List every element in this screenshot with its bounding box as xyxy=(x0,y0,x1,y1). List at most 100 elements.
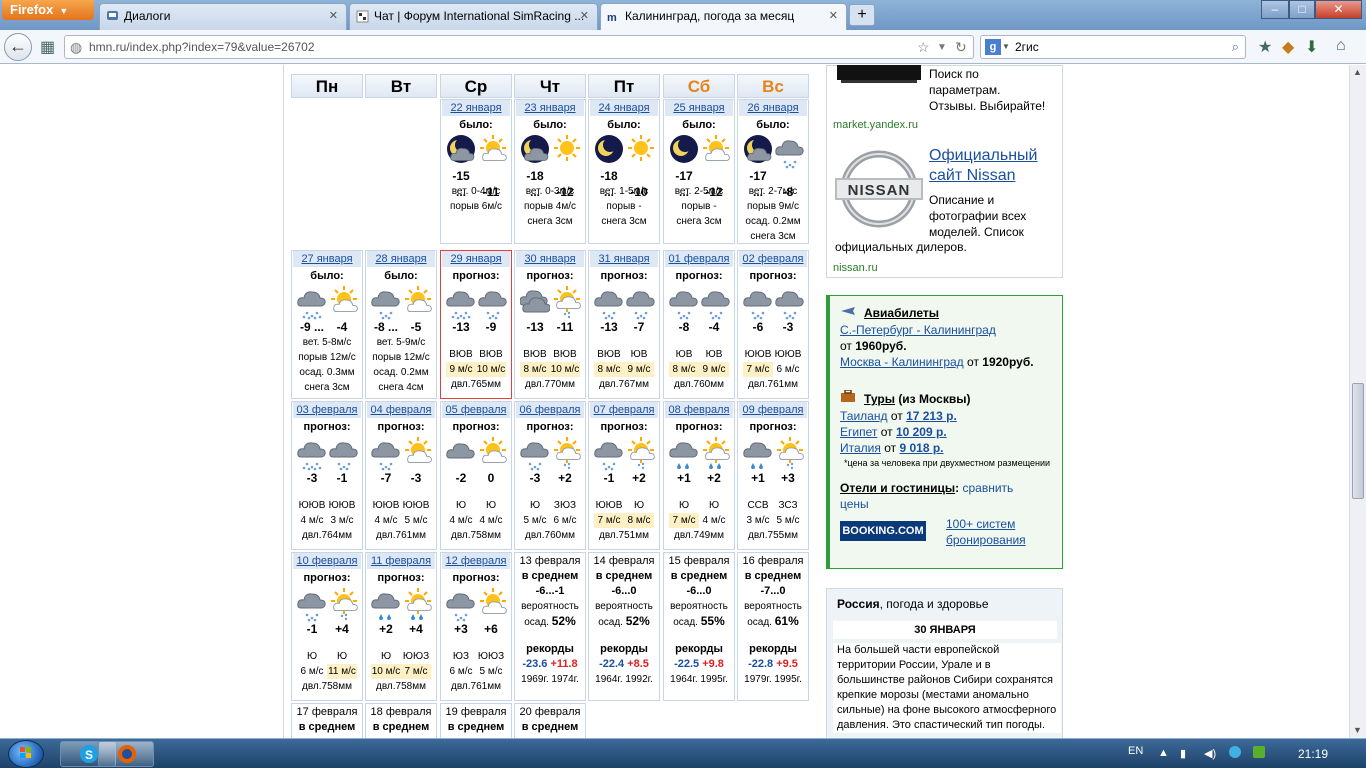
history-icon[interactable]: ▦ xyxy=(40,37,55,57)
hotels-link[interactable]: цены xyxy=(840,497,869,511)
day-date-link[interactable]: 26 января xyxy=(739,100,807,116)
wind-speed: 6 м/с xyxy=(776,364,800,375)
tour-link[interactable]: Италия xyxy=(840,441,881,455)
tour-price-link[interactable]: 10 209 р. xyxy=(896,425,947,439)
wind-speed-row: 3 м/с 5 м/с xyxy=(738,513,808,528)
hotels-link[interactable]: сравнить xyxy=(962,481,1013,495)
day-date-link[interactable]: 07 февраля xyxy=(590,402,658,418)
avia-title[interactable]: Авиабилеты xyxy=(864,306,939,320)
app-tray-icon[interactable] xyxy=(1228,745,1242,762)
maximize-button[interactable]: □ xyxy=(1289,0,1315,19)
temperature-night: -5 xyxy=(410,320,422,334)
day-date-link[interactable]: 02 февраля xyxy=(739,251,807,267)
day-date-link[interactable]: 12 февраля xyxy=(442,553,510,569)
search-bar[interactable]: g ▼ 2гис ⌕ xyxy=(980,35,1246,59)
day-date-link[interactable]: 06 февраля xyxy=(516,402,584,418)
star-icon[interactable]: ☆ xyxy=(917,39,930,56)
search-icon[interactable]: ⌕ xyxy=(1232,39,1239,55)
wind-speed-row: 4 м/с 3 м/с xyxy=(292,513,362,528)
close-icon[interactable]: ✕ xyxy=(580,9,589,22)
temperature-day: -3 xyxy=(529,471,541,485)
nissan-logo[interactable]: NISSAN xyxy=(835,150,923,231)
wind-speed: 6 м/с xyxy=(553,515,577,526)
day-cell: 11 февраля прогноз: +2 +4 Ю ЮЮЗ 10 м/с 7 м/с двл… xyxy=(365,552,437,701)
new-tab-button[interactable]: + xyxy=(849,4,875,26)
day-date-link[interactable]: 31 января xyxy=(590,251,658,267)
bookmarks-icon[interactable]: ★ xyxy=(1258,37,1272,57)
clock[interactable]: 21:19 xyxy=(1298,747,1328,761)
day-date-link[interactable]: 30 января xyxy=(516,251,584,267)
day-date-link[interactable]: 08 февраля xyxy=(665,402,733,418)
hotels-title[interactable]: Отели и гостиницы xyxy=(840,481,955,495)
nissan-link[interactable]: сайт Nissan xyxy=(929,167,1016,184)
day-status-label: прогноз: xyxy=(377,572,425,584)
tab-forum[interactable]: Чат | Форум International SimRacing ... … xyxy=(349,3,598,30)
booking-link[interactable]: бронирования xyxy=(946,533,1026,547)
scroll-down-icon[interactable]: ▼ xyxy=(1353,725,1362,735)
day-date-link[interactable]: 28 января xyxy=(367,251,435,267)
tour-price-link[interactable]: 9 018 р. xyxy=(899,441,943,455)
day-date-link[interactable]: 22 января xyxy=(442,100,510,116)
tour-link[interactable]: Таиланд xyxy=(840,409,887,423)
close-icon[interactable]: ✕ xyxy=(829,9,838,22)
day-date-link[interactable]: 04 февраля xyxy=(367,402,435,418)
tour-link[interactable]: Египет xyxy=(840,425,877,439)
download-icon[interactable]: ⬇ xyxy=(1305,37,1318,57)
reload-icon[interactable]: ↻ xyxy=(955,39,967,56)
language-indicator[interactable]: EN xyxy=(1128,745,1143,757)
booking-link[interactable]: 100+ систем xyxy=(946,517,1015,531)
taskbar-firefox-button[interactable] xyxy=(98,741,154,767)
close-window-button[interactable]: ✕ xyxy=(1315,0,1362,19)
minimize-button[interactable]: – xyxy=(1261,0,1289,19)
home-icon[interactable]: ⌂ xyxy=(1336,37,1346,55)
ad-source[interactable]: nissan.ru xyxy=(833,262,878,274)
addon-icon[interactable]: ◆ xyxy=(1282,37,1294,57)
day-date-link[interactable]: 25 января xyxy=(665,100,733,116)
temperature-row: -8 ... -5 xyxy=(366,319,436,335)
day-date-link[interactable]: 09 февраля xyxy=(739,402,807,418)
day-date-link[interactable]: 23 января xyxy=(516,100,584,116)
day-date-link[interactable]: 27 января xyxy=(293,251,361,267)
wind-direction-row: ЮЮВ ЮЮВ xyxy=(366,498,436,513)
day-date-link[interactable]: 29 января xyxy=(442,251,510,267)
google-icon[interactable]: g xyxy=(985,39,1001,55)
green-tray-icon[interactable] xyxy=(1252,745,1266,762)
temperature-day: -1 xyxy=(306,622,318,636)
wind-speed: 3 м/с xyxy=(330,515,354,526)
route-link[interactable]: Москва - Калининград xyxy=(840,355,964,369)
tours-title[interactable]: Туры xyxy=(864,392,895,406)
route-link[interactable]: С.-Петербург - Калининград xyxy=(840,323,996,337)
ad-source[interactable]: market.yandex.ru xyxy=(833,119,918,131)
temperature-night: -4 xyxy=(708,320,720,334)
divider xyxy=(283,65,284,738)
signal-icon[interactable]: ▮ xyxy=(1180,747,1186,760)
search-input[interactable]: 2гис xyxy=(1015,40,1039,54)
tab-dialogs[interactable]: Диалоги ✕ xyxy=(99,3,347,30)
start-button[interactable] xyxy=(8,740,44,768)
tour-price-link[interactable]: 17 213 р. xyxy=(906,409,957,423)
day-date-link: 20 февраля xyxy=(519,706,581,718)
chevron-down-icon[interactable]: ▼ xyxy=(937,42,947,53)
vertical-scrollbar[interactable]: ▲ ▼ xyxy=(1349,65,1366,738)
day-date-link[interactable]: 01 февраля xyxy=(665,251,733,267)
close-icon[interactable]: ✕ xyxy=(329,9,338,22)
day-date-link[interactable]: 10 февраля xyxy=(293,553,361,569)
nissan-link[interactable]: Официальный xyxy=(929,147,1038,164)
chevron-down-icon[interactable]: ▼ xyxy=(1002,42,1010,51)
wind-speed: 11 м/с xyxy=(327,664,357,679)
volume-icon[interactable]: ◀) xyxy=(1204,747,1216,760)
booking-logo[interactable]: BOOKING.COM xyxy=(840,521,926,541)
tab-weather[interactable]: m Калининград, погода за месяц ✕ xyxy=(600,3,847,30)
day-date-link[interactable]: 03 февраля xyxy=(293,402,361,418)
firefox-menu-button[interactable]: Firefox ▼ xyxy=(2,0,94,20)
tray-arrow-icon[interactable]: ▲ xyxy=(1158,747,1169,759)
back-button[interactable]: ← xyxy=(4,33,32,61)
url-bar[interactable]: ◍ hmn.ru/index.php?index=79&value=26702 … xyxy=(64,35,974,59)
day-date-link[interactable]: 05 февраля xyxy=(442,402,510,418)
scrollbar-thumb[interactable] xyxy=(1352,383,1364,499)
day-date-link[interactable]: 11 февраля xyxy=(367,553,435,569)
scroll-up-icon[interactable]: ▲ xyxy=(1353,67,1362,77)
nissan-ad-title[interactable]: Официальный сайт Nissan xyxy=(929,146,1038,186)
day-date-link[interactable]: 24 января xyxy=(590,100,658,116)
day-cell: 26 января было: -17 ... -8 вет. 2-7м/с порыв … xyxy=(737,99,809,244)
